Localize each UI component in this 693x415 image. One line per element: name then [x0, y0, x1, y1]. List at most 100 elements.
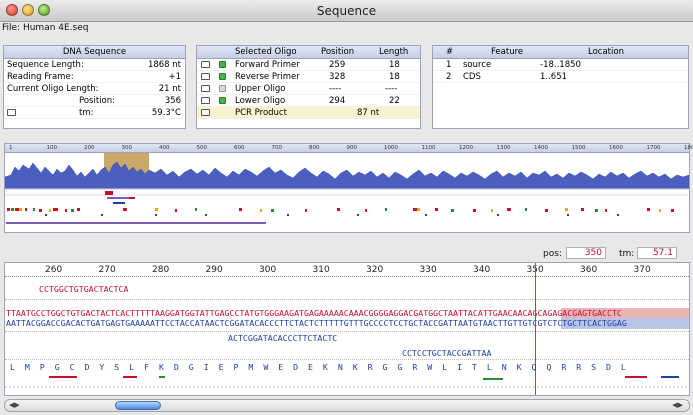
sequence-tick-label: 320	[366, 265, 384, 275]
oligo-row[interactable]: Upper Oligo ---- ----	[197, 83, 420, 95]
sequence-tick-label: 340	[473, 265, 491, 275]
oligo-name: Reverse Primer	[235, 72, 300, 82]
oligo-name: Forward Primer	[235, 60, 300, 70]
overview-tick-label: 1100	[421, 145, 436, 151]
pcr-label: PCR Product	[235, 108, 287, 118]
oligo-row[interactable]: Forward Primer 259 18	[197, 59, 420, 71]
overview-ruler: 1 100 200 300 400 500 600 700 800 900 1000 1100 1200…	[5, 144, 693, 153]
overview-tick-label: 800	[309, 145, 320, 151]
oligo-position: 328	[329, 72, 346, 82]
col-header: #	[446, 47, 454, 57]
scroll-right-arrow-icon[interactable]: ◀▶	[672, 401, 683, 409]
col-header: Selected Oligo	[235, 47, 297, 57]
overview-tick-label: 1200	[459, 145, 473, 151]
sequence-overview-panel[interactable]: 1 100 200 300 400 500 600 700 800 900 1000 1100 1200…	[4, 143, 693, 233]
overview-tick-label: 600	[234, 145, 245, 151]
col-header: Location	[588, 47, 624, 57]
sequence-tick-label: 300	[259, 265, 277, 275]
oligo-length: 18	[389, 60, 400, 70]
lower-oligo-2[interactable]: CCTCCTGCTACCGATTAA	[402, 348, 491, 358]
oligo-length: 22	[389, 96, 400, 106]
feature-location: -18..1850	[540, 60, 581, 70]
overview-tick-label: 1500	[571, 145, 586, 151]
sequence-tick-label: 310	[312, 265, 330, 275]
overview-tick-label: 1800	[684, 145, 693, 151]
forward-primer-oligo[interactable]: CCTGGCTGTGACTACTCA	[39, 284, 128, 294]
row-value: 356	[164, 96, 181, 106]
sequence-tick-label: 370	[633, 265, 651, 275]
pcr-product-row: PCR Product 87 nt	[197, 107, 420, 119]
overview-tick-label: 1000	[384, 145, 398, 151]
overview-tick-label: 100	[46, 145, 58, 151]
feature-marks	[7, 208, 674, 212]
gc-content-plot[interactable]	[5, 153, 689, 233]
tm-label: tm:	[619, 249, 635, 259]
sequence-ruler: 260270280290300310320330340350360370	[5, 263, 689, 283]
row-value: 59.3°C	[151, 108, 181, 118]
pcr-value: 87 nt	[357, 108, 380, 118]
overview-tick-label: 1600	[609, 145, 623, 151]
sequence-view[interactable]: 260270280290300310320330340350360370 CCT…	[4, 262, 690, 396]
feature-row[interactable]: 2 CDS 1..651	[433, 71, 688, 83]
window-title: Sequence	[316, 4, 377, 18]
overview-tick-label: 1	[9, 145, 13, 151]
overview-tick-label: 700	[271, 145, 283, 151]
oligo-length: 18	[389, 72, 400, 82]
oligo-position: 294	[329, 96, 346, 106]
feature-panel: # Feature Location 1 source -18..1850 2 …	[432, 45, 689, 129]
overview-tick-label: 1700	[646, 145, 661, 151]
book-icon[interactable]	[201, 107, 210, 120]
lower-oligo-1[interactable]: ACTCGGATACACCCTTCTACTC	[228, 333, 337, 343]
info-row: Sequence Length: 1868 nt	[4, 59, 185, 71]
overview-tick-label: 300	[121, 145, 133, 151]
row-value: +1	[168, 72, 181, 82]
oligo-row[interactable]: Lower Oligo 294 22	[197, 95, 420, 107]
overview-tick-label: 400	[159, 145, 170, 151]
horizontal-scrollbar[interactable]: ◀▶ ◀▶	[4, 399, 690, 412]
top-strand[interactable]: TTAATGCCTGGCTGTGACTACTCACTTTTTAAGGATGGTA…	[6, 308, 622, 318]
oligo-name: Lower Oligo	[235, 96, 286, 106]
col-header: Length	[379, 47, 409, 57]
overview-tick-label: 1400	[534, 145, 548, 151]
pos-label: pos:	[543, 249, 562, 259]
feature-panel-header: # Feature Location	[433, 46, 688, 59]
feature-num: 2	[446, 72, 452, 82]
feature-location: 1..651	[540, 72, 568, 82]
info-row: Reading Frame: +1	[4, 71, 185, 83]
dna-panel-header: DNA Sequence	[4, 46, 185, 59]
sequence-tick-label: 270	[98, 265, 116, 275]
translation-row: L M P G C D Y S L F K D G I E P M W E D …	[10, 362, 626, 372]
file-label: File: Human 4E.seq	[2, 23, 89, 33]
oligo-name: Upper Oligo	[235, 84, 286, 94]
pos-field[interactable]: 350	[566, 247, 606, 259]
oligo-row[interactable]: Reverse Primer 328 18	[197, 71, 420, 83]
row-label: Reading Frame:	[7, 72, 74, 82]
row-label: Sequence Length:	[7, 60, 84, 70]
scroll-thumb[interactable]	[115, 401, 161, 410]
selected-oligo-panel: Selected Oligo Position Length Forward P…	[196, 45, 421, 129]
sequence-tick-label: 290	[205, 265, 223, 275]
overview-tick-label: 500	[196, 145, 208, 151]
info-row: Position: 356	[4, 95, 185, 107]
info-row: Current Oligo Length: 21 nt	[4, 83, 185, 95]
feature-name: source	[463, 60, 492, 70]
oligo-length: ----	[385, 84, 398, 94]
row-label: tm:	[79, 108, 94, 118]
feature-row[interactable]: 1 source -18..1850	[433, 59, 688, 71]
info-row: tm: 59.3°C	[4, 107, 185, 119]
overview-tick-label: 200	[84, 145, 95, 151]
restriction-sites	[5, 376, 689, 388]
tm-field[interactable]: 57.1	[637, 247, 677, 259]
bottom-strand[interactable]: AATTACGGACCGACACTGATGAGTGAAAAATTCCTACCAT…	[6, 318, 627, 328]
feature-num: 1	[446, 60, 452, 70]
row-value: 21 nt	[158, 84, 181, 94]
overview-tick-label: 900	[346, 145, 358, 151]
title-bar: Sequence	[0, 0, 693, 22]
oligo-position: ----	[329, 84, 342, 94]
cds-bar	[6, 222, 266, 224]
feature-name: CDS	[463, 72, 481, 82]
scroll-left-arrow-icon[interactable]: ◀▶	[9, 401, 20, 409]
oligo-panel-header: Selected Oligo Position Length	[197, 46, 420, 59]
book-icon[interactable]	[7, 107, 16, 120]
row-label: Current Oligo Length:	[7, 84, 99, 94]
